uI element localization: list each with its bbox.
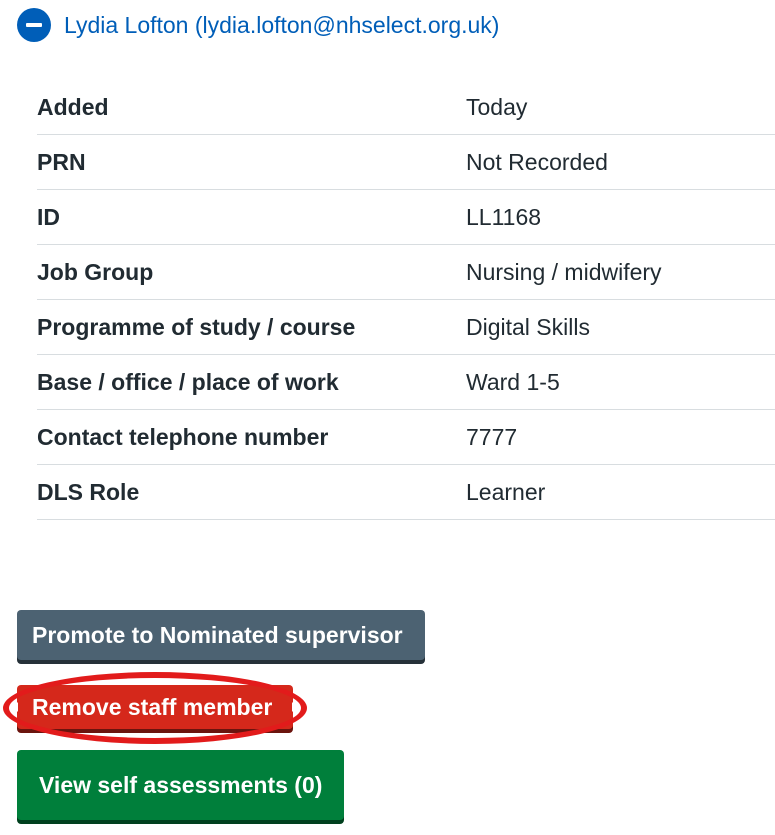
summary-row-job-group: Job Group Nursing / midwifery (37, 245, 775, 300)
summary-row-dls-role: DLS Role Learner (37, 465, 775, 520)
summary-value: Not Recorded (466, 148, 608, 175)
staff-summary-list: Added Today PRN Not Recorded ID LL1168 J… (37, 80, 775, 520)
summary-key: Programme of study / course (37, 313, 356, 340)
summary-row-added: Added Today (37, 80, 775, 135)
summary-value: Digital Skills (466, 313, 590, 340)
summary-row-programme: Programme of study / course Digital Skil… (37, 300, 775, 355)
staff-expander-toggle[interactable]: Lydia Lofton (lydia.lofton@nhselect.org.… (17, 8, 499, 42)
promote-supervisor-button[interactable]: Promote to Nominated supervisor (17, 610, 425, 660)
right-arrow-icon (292, 702, 297, 712)
left-arrow-icon (13, 702, 18, 712)
minus-circle-icon[interactable] (17, 8, 51, 42)
summary-key: ID (37, 203, 60, 230)
summary-key: Contact telephone number (37, 423, 329, 450)
summary-value: Nursing / midwifery (466, 258, 662, 285)
remove-staff-button[interactable]: Remove staff member (17, 685, 293, 729)
summary-key: DLS Role (37, 478, 140, 505)
summary-value: Learner (466, 478, 546, 505)
summary-row-telephone: Contact telephone number 7777 (37, 410, 775, 465)
summary-key: PRN (37, 148, 86, 175)
summary-value: LL1168 (466, 203, 542, 230)
view-self-assessments-button[interactable]: View self assessments (0) (17, 750, 344, 820)
summary-row-id: ID LL1168 (37, 190, 775, 245)
summary-key: Base / office / place of work (37, 368, 339, 395)
staff-member-name-email[interactable]: Lydia Lofton (lydia.lofton@nhselect.org.… (64, 8, 499, 42)
page: Lydia Lofton (lydia.lofton@nhselect.org.… (0, 0, 775, 835)
summary-row-prn: PRN Not Recorded (37, 135, 775, 190)
summary-row-base: Base / office / place of work Ward 1-5 (37, 355, 775, 410)
summary-value: Ward 1-5 (466, 368, 560, 395)
summary-value: 7777 (466, 423, 518, 450)
summary-key: Added (37, 93, 109, 120)
summary-key: Job Group (37, 258, 154, 285)
summary-value: Today (466, 93, 528, 120)
